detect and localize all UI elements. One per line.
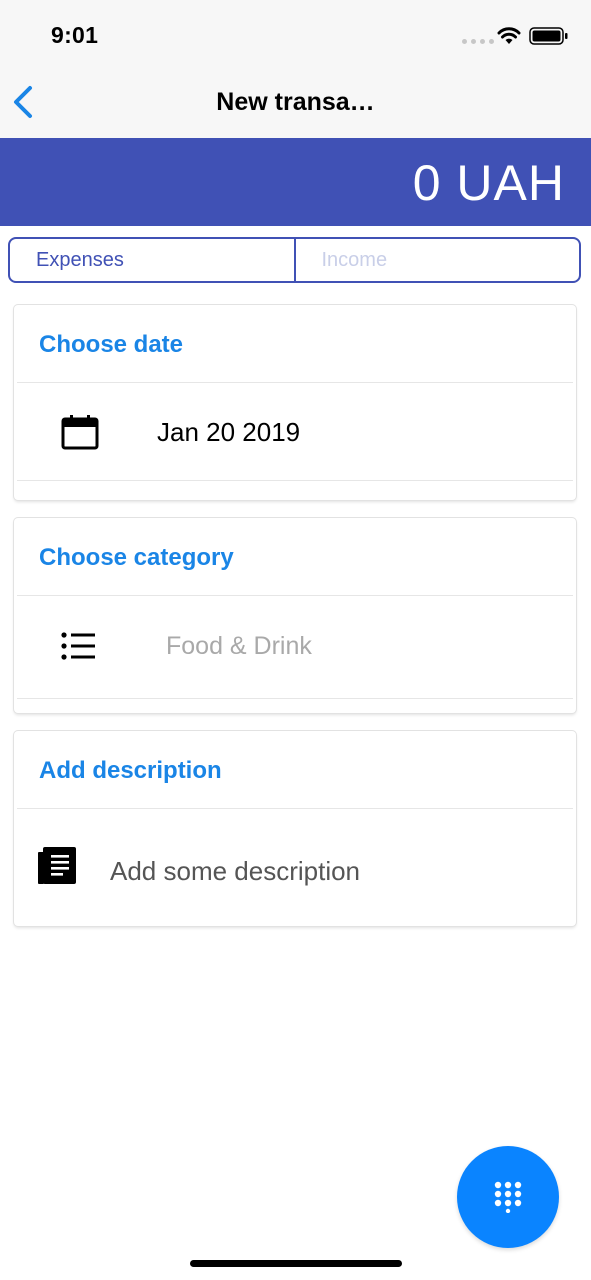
description-card-title: Add description [39,757,222,784]
navigation-bar: New transa… [0,72,591,138]
keypad-button[interactable] [457,1146,559,1248]
description-input[interactable]: Add some description [110,856,360,887]
page-title: New transa… [216,88,375,116]
status-time: 9:01 [51,22,99,48]
status-bar: 9:01 [0,0,591,72]
date-card-title: Choose date [39,331,184,358]
category-row[interactable]: Food & Drink [14,596,576,696]
amount-header: 0 UAH [0,138,591,226]
expenses-tab[interactable]: Expenses [10,239,294,281]
selected-category: Food & Drink [166,632,312,660]
document-icon [38,847,76,884]
keypad-icon [494,1181,522,1213]
wifi-icon [497,27,521,44]
divider [17,698,573,699]
list-icon [61,632,95,660]
divider [17,480,573,481]
date-row[interactable]: Jan 20 2019 [14,383,576,480]
description-card: Add description Add some description [14,731,576,926]
home-indicator[interactable] [190,1260,402,1267]
category-card-title: Choose category [39,544,234,571]
divider [17,808,573,809]
battery-icon [529,27,568,45]
amount-display[interactable]: 0 UAH [413,154,565,212]
category-card: Choose category Food & Drink [14,518,576,713]
date-card: Choose date Jan 20 2019 [14,305,576,500]
selected-date: Jan 20 2019 [157,417,301,447]
calendar-icon [61,415,99,450]
cellular-signal-icon [462,39,494,44]
transaction-type-segment: Expenses Income [8,237,581,283]
income-tab[interactable]: Income [293,239,580,281]
